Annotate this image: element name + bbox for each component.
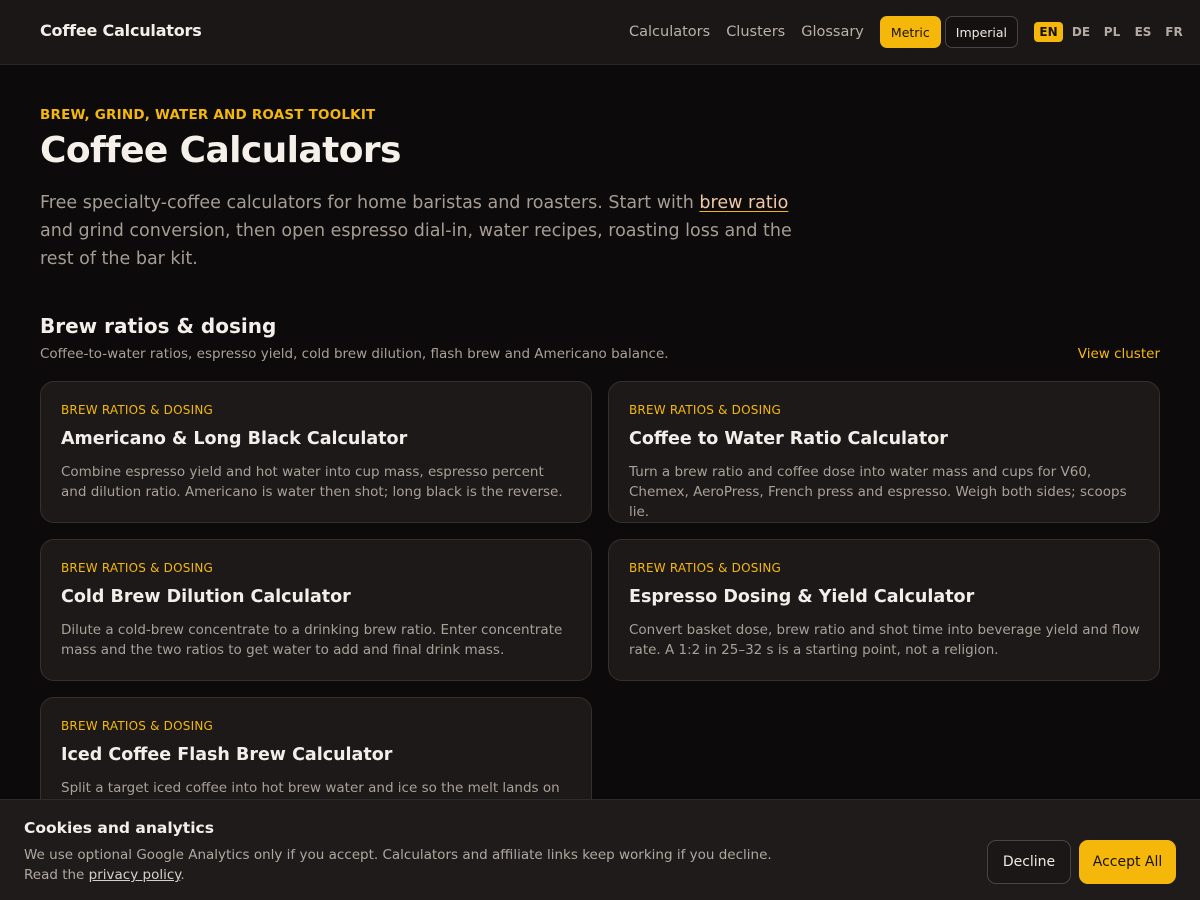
imperial-button[interactable]: Imperial (944, 16, 1019, 48)
calculator-card-espresso-dosing[interactable]: BREW RATIOS & DOSING Espresso Dosing & Y… (608, 539, 1160, 681)
card-tag: BREW RATIOS & DOSING (61, 561, 213, 575)
unit-toggle: Metric Imperial (879, 16, 1019, 48)
brand-logo-link[interactable]: Coffee Calculators (40, 21, 202, 40)
card-title: Americano & Long Black Calculator (61, 429, 408, 449)
nav-link-clusters[interactable]: Clusters (726, 24, 785, 40)
card-title: Iced Coffee Flash Brew Calculator (61, 745, 393, 765)
hero-lead: Free specialty-coffee calculators for ho… (40, 189, 810, 273)
calculator-card-americano[interactable]: BREW RATIOS & DOSING Americano & Long Bl… (40, 381, 592, 523)
language-fr[interactable]: FR (1161, 22, 1187, 42)
brew-ratio-link[interactable]: brew ratio (699, 193, 788, 213)
language-en[interactable]: EN (1034, 22, 1064, 42)
cookie-banner: Cookies and analytics We use optional Go… (0, 799, 1200, 900)
language-de[interactable]: DE (1068, 22, 1094, 42)
section-description: Coffee-to-water ratios, espresso yield, … (40, 346, 669, 362)
decline-button[interactable]: Decline (987, 840, 1071, 884)
card-title: Espresso Dosing & Yield Calculator (629, 587, 975, 607)
calculator-card-coffee-to-water[interactable]: BREW RATIOS & DOSING Coffee to Water Rat… (608, 381, 1160, 523)
card-title: Coffee to Water Ratio Calculator (629, 429, 948, 449)
nav-link-calculators[interactable]: Calculators (629, 24, 710, 40)
privacy-policy-link[interactable]: privacy policy (89, 867, 181, 883)
hero-lead-text-end: and grind conversion, then open espresso… (40, 221, 792, 269)
card-tag: BREW RATIOS & DOSING (61, 719, 213, 733)
card-tag: BREW RATIOS & DOSING (629, 561, 781, 575)
hero-eyebrow: BREW, GRIND, WATER AND ROAST TOOLKIT (40, 107, 376, 123)
accept-all-button[interactable]: Accept All (1079, 840, 1176, 884)
language-pl[interactable]: PL (1099, 22, 1125, 42)
metric-button[interactable]: Metric (879, 16, 941, 48)
card-description: Convert basket dose, brew ratio and shot… (629, 622, 1140, 658)
main-nav: Calculators Clusters Glossary Metric Imp… (629, 0, 1187, 64)
card-tag: BREW RATIOS & DOSING (61, 403, 213, 417)
page-title: Coffee Calculators (40, 130, 401, 171)
card-description: Dilute a cold-brew concentrate to a drin… (61, 622, 563, 658)
calculator-card-cold-brew[interactable]: BREW RATIOS & DOSING Cold Brew Dilution … (40, 539, 592, 681)
card-description: Combine espresso yield and hot water int… (61, 464, 563, 500)
hero-lead-text-start: Free specialty-coffee calculators for ho… (40, 193, 700, 213)
view-cluster-link[interactable]: View cluster (1078, 346, 1160, 362)
top-navigation-bar: Coffee Calculators Calculators Clusters … (0, 0, 1200, 65)
section-title: Brew ratios & dosing (40, 314, 277, 338)
card-tag: BREW RATIOS & DOSING (629, 403, 781, 417)
language-es[interactable]: ES (1130, 22, 1156, 42)
language-switcher: EN DE PL ES FR (1034, 22, 1187, 42)
cookie-text: We use optional Google Analytics only if… (24, 845, 804, 885)
card-description: Turn a brew ratio and coffee dose into w… (629, 464, 1127, 520)
card-description: Split a target iced coffee into hot brew… (61, 780, 560, 796)
nav-link-glossary[interactable]: Glossary (801, 24, 864, 40)
cookie-text-end: . (180, 867, 185, 883)
cookie-title: Cookies and analytics (24, 819, 214, 837)
card-title: Cold Brew Dilution Calculator (61, 587, 351, 607)
